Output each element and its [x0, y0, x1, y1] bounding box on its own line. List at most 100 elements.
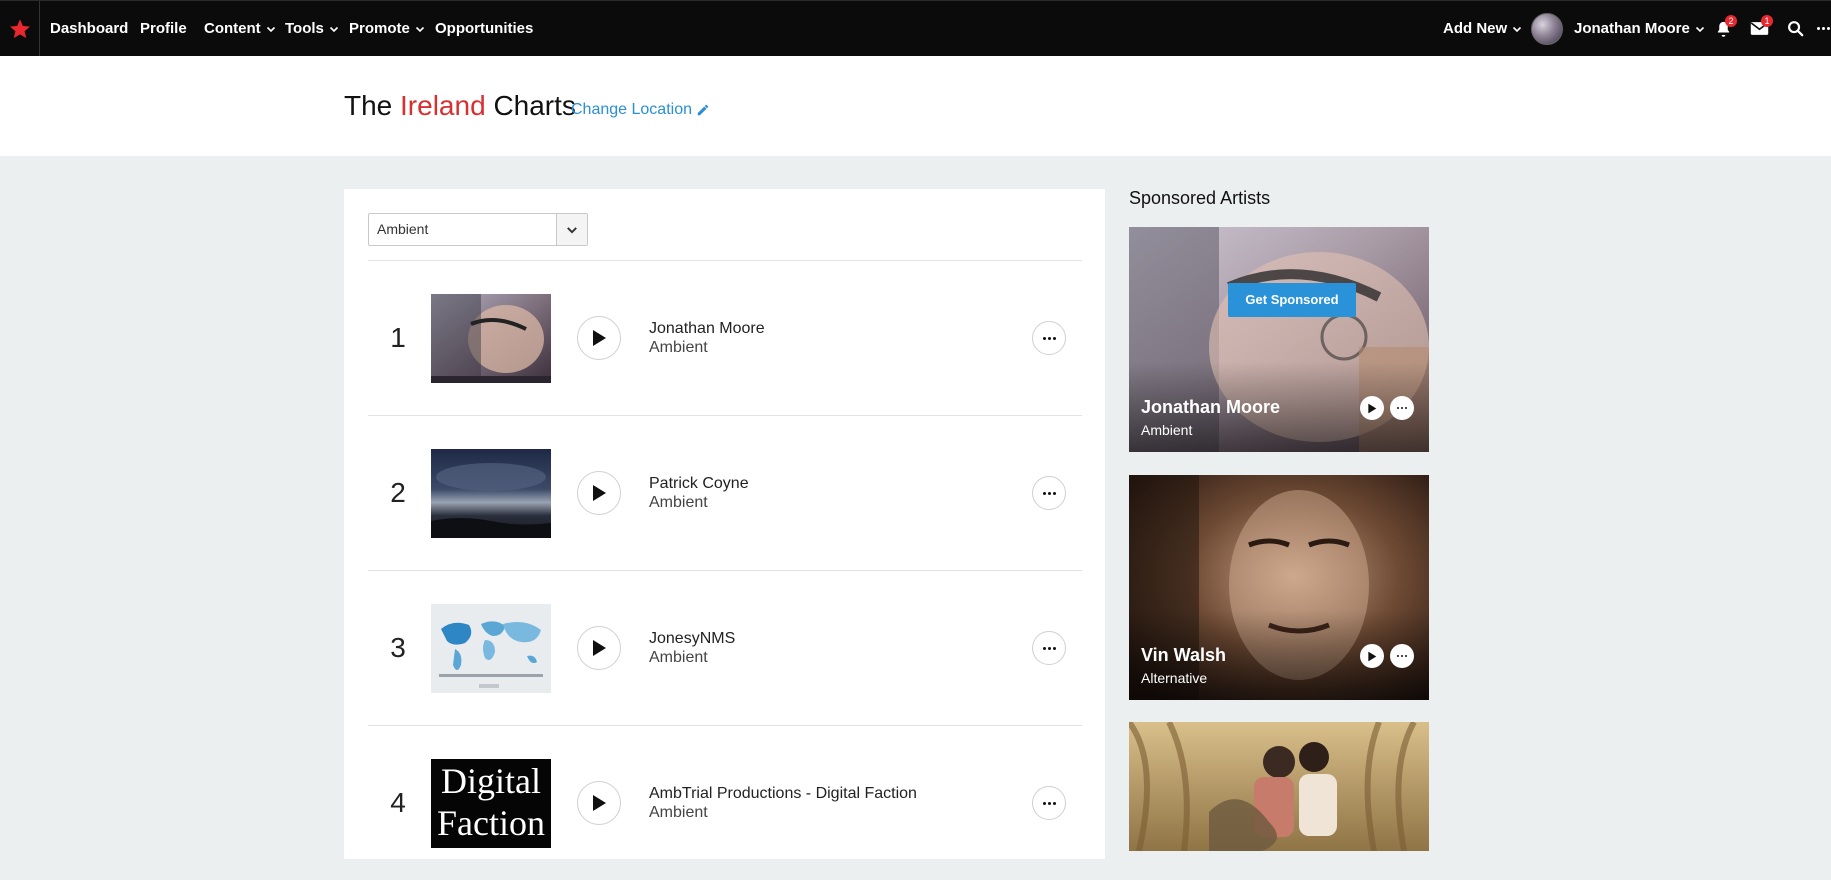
sponsored-play-button[interactable] — [1360, 396, 1384, 420]
chart-row: 1 Jonathan Moore Ambient — [368, 261, 1082, 415]
chart-row: 3 JonesyNMS Ambient — [368, 571, 1082, 725]
title-suffix: Charts — [493, 90, 576, 121]
sponsored-artists-heading: Sponsored Artists — [1129, 188, 1271, 208]
ellipsis-icon — [1042, 646, 1056, 650]
play-button[interactable] — [577, 471, 621, 515]
search-icon — [1787, 21, 1803, 37]
add-new-label: Add New — [1443, 20, 1508, 37]
nav-profile-label: Profile — [140, 20, 187, 37]
track-artist-name[interactable]: Jonathan Moore — [649, 320, 765, 338]
page-header: The Ireland Charts Change Location — [0, 56, 1831, 156]
more-options-button[interactable] — [1032, 321, 1066, 355]
page-title: The Ireland Charts — [344, 90, 576, 122]
chevron-down-icon — [1695, 26, 1704, 32]
track-genre: Ambient — [649, 649, 708, 666]
nav-profile[interactable]: Profile — [140, 1, 187, 56]
nav-promote-label: Promote — [349, 20, 410, 37]
ellipsis-icon — [1397, 407, 1407, 409]
ellipsis-icon — [1817, 27, 1830, 30]
track-genre: Ambient — [649, 804, 708, 821]
logo-star-icon[interactable] — [0, 1, 40, 57]
chevron-down-icon — [1513, 26, 1522, 32]
artist-photo — [1129, 722, 1429, 851]
ellipsis-icon — [1042, 336, 1056, 340]
track-thumbnail[interactable] — [431, 449, 551, 538]
play-icon — [593, 640, 606, 656]
chart-rank: 4 — [390, 787, 406, 818]
nav-content[interactable]: Content — [204, 1, 276, 56]
sponsored-more-button[interactable] — [1390, 396, 1414, 420]
nav-promote[interactable]: Promote — [349, 1, 425, 56]
nav-opportunities[interactable]: Opportunities — [435, 1, 533, 56]
title-location: Ireland — [400, 90, 486, 121]
ellipsis-icon — [1042, 801, 1056, 805]
nav-tools[interactable]: Tools — [285, 1, 339, 56]
get-sponsored-button[interactable]: Get Sponsored — [1228, 283, 1356, 317]
sponsored-artist-name[interactable]: Jonathan Moore — [1141, 397, 1280, 418]
add-new-menu[interactable]: Add New — [1443, 1, 1522, 56]
chevron-down-icon — [329, 26, 338, 32]
chart-row: 2 Patrick Coyne Ambient — [368, 416, 1082, 570]
track-artist-name[interactable]: JonesyNMS — [649, 630, 735, 648]
user-avatar[interactable] — [1531, 13, 1563, 45]
sponsored-artist-genre: Alternative — [1141, 670, 1208, 686]
play-icon — [1368, 651, 1377, 661]
sponsored-artist-card[interactable]: Vin Walsh Alternative — [1129, 475, 1429, 700]
nav-opportunities-label: Opportunities — [435, 20, 534, 37]
track-genre: Ambient — [649, 339, 708, 356]
chevron-down-icon — [415, 26, 424, 32]
search-button[interactable] — [1783, 1, 1807, 56]
chart-list-panel: Ambient 1 Jonathan Moore Ambient 2 Patri… — [344, 189, 1105, 859]
notifications-button[interactable]: 2 — [1711, 1, 1737, 56]
genre-select-value: Ambient — [377, 221, 429, 237]
user-name-label: Jonathan Moore — [1574, 20, 1690, 37]
sponsored-play-button[interactable] — [1360, 644, 1384, 668]
sponsored-artist-name[interactable]: Vin Walsh — [1141, 645, 1226, 666]
genre-select[interactable]: Ambient — [368, 213, 588, 246]
more-options-button[interactable] — [1032, 476, 1066, 510]
play-icon — [593, 795, 606, 811]
play-icon — [1368, 403, 1377, 413]
sponsored-artist-card[interactable]: Get Sponsored Jonathan Moore Ambient — [1129, 227, 1429, 452]
track-thumbnail[interactable] — [431, 294, 551, 383]
ellipsis-icon — [1397, 655, 1407, 657]
chart-rank: 2 — [390, 477, 406, 508]
sponsored-artist-card[interactable] — [1129, 722, 1429, 851]
track-genre: Ambient — [649, 494, 708, 511]
messages-button[interactable]: 1 — [1747, 1, 1773, 56]
thumbnail-text-line1: Digital — [441, 761, 541, 801]
track-artist-name[interactable]: Patrick Coyne — [649, 475, 749, 493]
chart-rank: 3 — [390, 632, 406, 663]
user-menu[interactable]: Jonathan Moore — [1574, 1, 1705, 56]
nav-dashboard[interactable]: Dashboard — [50, 1, 128, 56]
play-icon — [593, 485, 606, 501]
title-prefix: The — [344, 90, 393, 121]
sponsored-more-button[interactable] — [1390, 644, 1414, 668]
pencil-icon — [697, 104, 709, 116]
track-artist-name[interactable]: AmbTrial Productions - Digital Faction — [649, 785, 917, 803]
track-thumbnail[interactable] — [431, 604, 551, 693]
play-button[interactable] — [577, 781, 621, 825]
play-button[interactable] — [577, 316, 621, 360]
notifications-badge: 2 — [1725, 15, 1737, 27]
top-navbar: Dashboard Profile Content Tools Promote … — [0, 0, 1831, 57]
more-options-button[interactable] — [1032, 786, 1066, 820]
chart-rank: 1 — [390, 322, 406, 353]
chevron-down-icon — [266, 26, 275, 32]
play-button[interactable] — [577, 626, 621, 670]
nav-tools-label: Tools — [285, 20, 324, 37]
messages-badge: 1 — [1761, 15, 1773, 27]
more-options-button[interactable] — [1032, 631, 1066, 665]
more-menu-button[interactable] — [1816, 1, 1831, 56]
track-thumbnail[interactable]: Digital Faction — [431, 759, 551, 848]
change-location-link[interactable]: Change Location — [571, 101, 710, 119]
thumbnail-text-line2: Faction — [437, 803, 545, 843]
nav-dashboard-label: Dashboard — [50, 20, 129, 37]
ellipsis-icon — [1042, 491, 1056, 495]
nav-content-label: Content — [204, 20, 261, 37]
play-icon — [593, 330, 606, 346]
chevron-down-icon — [567, 226, 577, 234]
change-location-label: Change Location — [571, 101, 692, 118]
genre-select-toggle[interactable] — [556, 214, 587, 245]
sponsored-artist-genre: Ambient — [1141, 422, 1193, 438]
